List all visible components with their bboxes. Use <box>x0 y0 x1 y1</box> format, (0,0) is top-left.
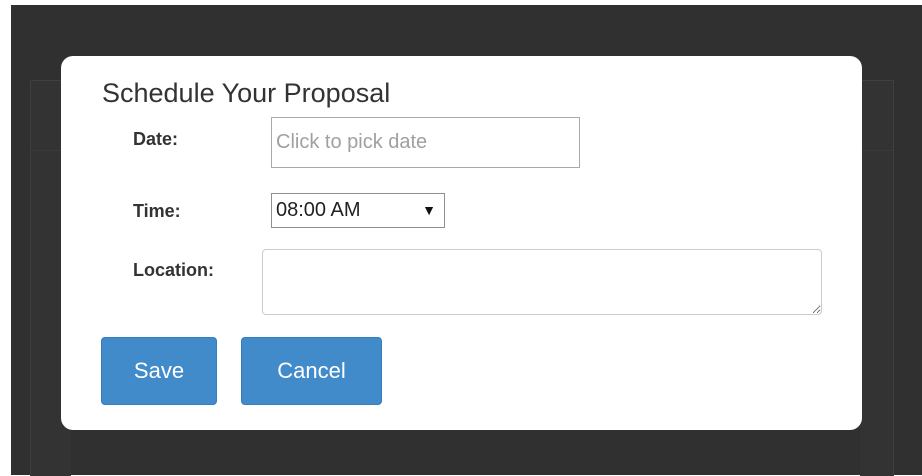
time-select[interactable]: 08:00 AM ▼ <box>271 193 445 228</box>
save-button[interactable]: Save <box>101 337 217 405</box>
location-label: Location: <box>133 260 214 280</box>
date-label: Date: <box>133 129 179 149</box>
dropdown-triangle-icon: ▼ <box>422 202 436 218</box>
schedule-proposal-dialog: Schedule Your Proposal Date: Time: 08:00… <box>61 56 862 430</box>
background-divider-right <box>860 150 893 151</box>
time-label: Time: <box>133 201 181 221</box>
cancel-button[interactable]: Cancel <box>241 337 382 405</box>
dialog-title: Schedule Your Proposal <box>102 78 391 108</box>
time-selected-value: 08:00 AM <box>276 199 361 221</box>
background-panel-right <box>860 80 894 476</box>
location-input[interactable] <box>262 249 822 315</box>
date-picker-input[interactable] <box>271 117 580 168</box>
screen: Schedule Your Proposal Date: Time: 08:00… <box>0 0 922 476</box>
